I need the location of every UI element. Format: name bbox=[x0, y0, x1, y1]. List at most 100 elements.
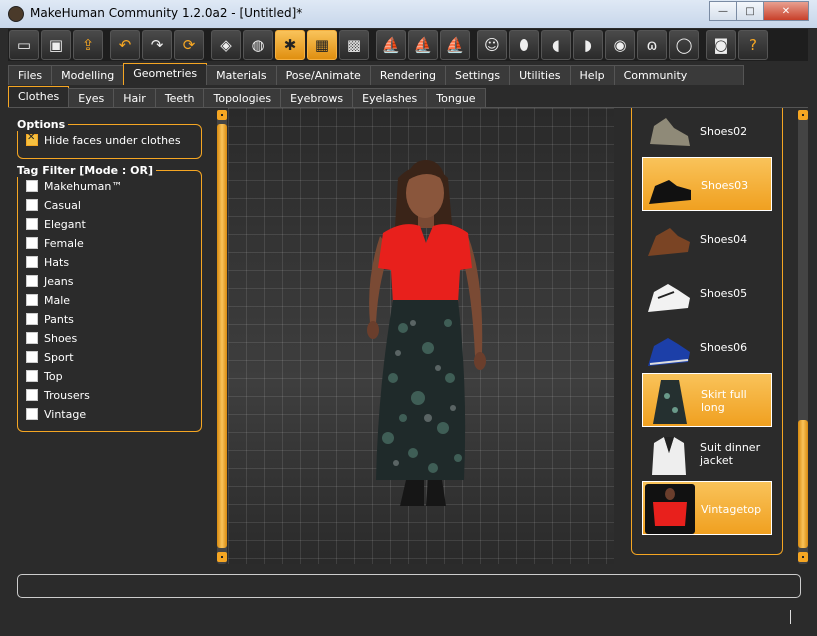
tab-eyebrows[interactable]: Eyebrows bbox=[280, 88, 354, 108]
tab-tongue[interactable]: Tongue bbox=[426, 88, 486, 108]
scroll-up-arrow[interactable] bbox=[798, 110, 808, 120]
window-title: MakeHuman Community 1.2.0a2 - [Untitled]… bbox=[30, 6, 303, 20]
tab-clothes[interactable]: Clothes bbox=[8, 86, 70, 108]
tab-teeth[interactable]: Teeth bbox=[154, 88, 205, 108]
grid-icon[interactable]: ▦ bbox=[307, 30, 337, 60]
scrollbar-thumb[interactable] bbox=[217, 124, 227, 548]
tab-settings[interactable]: Settings bbox=[445, 65, 511, 85]
list-item-shoes05[interactable]: Shoes05 bbox=[642, 266, 772, 320]
tag-elegant[interactable]: Elegant bbox=[26, 217, 86, 231]
list-item-shoes04[interactable]: Shoes04 bbox=[642, 212, 772, 266]
toolbar: ▭ ▣ ⇪ ↶ ↷ ⟳ ◈ ◍ ✱ ▦ ▩ ⛵ ⛵ ⛵ ☺ ⬮ ◖ ◗ ◉ ɷ … bbox=[8, 29, 808, 61]
list-item-label: Shoes02 bbox=[700, 124, 748, 138]
tab-files[interactable]: Files bbox=[8, 65, 53, 85]
list-item-label: Shoes03 bbox=[701, 178, 749, 192]
sub-tabs: Clothes Eyes Hair Teeth Topologies Eyebr… bbox=[8, 86, 486, 108]
shoe-icon bbox=[649, 180, 691, 204]
save-icon[interactable]: ▣ bbox=[41, 30, 71, 60]
tag-vintage[interactable]: Vintage bbox=[26, 407, 86, 421]
tag-sport[interactable]: Sport bbox=[26, 350, 74, 364]
title-bar: MakeHuman Community 1.2.0a2 - [Untitled]… bbox=[0, 0, 817, 28]
face-front-icon[interactable]: ☺ bbox=[477, 30, 507, 60]
checker-icon[interactable]: ▩ bbox=[339, 30, 369, 60]
shoe-icon bbox=[648, 338, 690, 366]
front-view-icon[interactable]: ⛵ bbox=[376, 30, 406, 60]
list-item-skirt-full-long[interactable]: Skirt full long bbox=[642, 373, 772, 427]
reset-camera-icon[interactable]: ◯ bbox=[669, 30, 699, 60]
tab-eyes[interactable]: Eyes bbox=[68, 88, 115, 108]
tab-pose-animate[interactable]: Pose/Animate bbox=[275, 65, 371, 85]
tag-shoes[interactable]: Shoes bbox=[26, 331, 77, 345]
list-item-shoes03[interactable]: Shoes03 bbox=[642, 157, 772, 211]
tab-topologies[interactable]: Topologies bbox=[203, 88, 282, 108]
tab-hair[interactable]: Hair bbox=[113, 88, 156, 108]
options-title: Options bbox=[14, 118, 69, 131]
jacket-icon bbox=[652, 437, 686, 475]
tag-male[interactable]: Male bbox=[26, 293, 70, 307]
bottom-view-icon[interactable]: ɷ bbox=[637, 30, 667, 60]
scrollbar-thumb[interactable] bbox=[798, 420, 808, 548]
list-item-shoes06[interactable]: Shoes06 bbox=[642, 320, 772, 374]
tab-eyelashes[interactable]: Eyelashes bbox=[352, 88, 428, 108]
top-view-icon[interactable]: ◉ bbox=[605, 30, 635, 60]
side-view-icon[interactable]: ⛵ bbox=[408, 30, 438, 60]
new-icon[interactable]: ▭ bbox=[9, 30, 39, 60]
text-cursor bbox=[790, 610, 791, 624]
list-item-label: Shoes04 bbox=[700, 232, 748, 246]
scroll-down-arrow[interactable] bbox=[217, 552, 227, 562]
scroll-down-arrow[interactable] bbox=[798, 552, 808, 562]
skirt-icon bbox=[653, 380, 687, 424]
wireframe-icon[interactable]: ◍ bbox=[243, 30, 273, 60]
list-item-vintagetop[interactable]: Vintagetop bbox=[642, 481, 772, 535]
tag-makehuman[interactable]: Makehuman™ bbox=[26, 179, 122, 193]
clothes-list: Shoes02 Shoes03 Shoes04 Shoes05 Shoes06 … bbox=[631, 108, 783, 555]
tab-community[interactable]: Community bbox=[613, 65, 744, 85]
main-tabs: Files Modelling Geometries Materials Pos… bbox=[8, 63, 744, 85]
checkbox-checked-icon bbox=[26, 132, 38, 146]
export-icon[interactable]: ⇪ bbox=[73, 30, 103, 60]
reset-icon[interactable]: ⟳ bbox=[174, 30, 204, 60]
smooth-icon[interactable]: ◈ bbox=[211, 30, 241, 60]
face-right-icon[interactable]: ◗ bbox=[573, 30, 603, 60]
tag-trousers[interactable]: Trousers bbox=[26, 388, 90, 402]
list-item-label: Suit dinner jacket bbox=[700, 441, 761, 467]
tab-materials[interactable]: Materials bbox=[206, 65, 277, 85]
shoe-icon bbox=[648, 284, 690, 312]
list-item-shoes02[interactable]: Shoes02 bbox=[642, 108, 772, 158]
back-view-icon[interactable]: ⛵ bbox=[440, 30, 470, 60]
undo-icon[interactable]: ↶ bbox=[110, 30, 140, 60]
tag-jeans[interactable]: Jeans bbox=[26, 274, 73, 288]
tab-rendering[interactable]: Rendering bbox=[369, 65, 446, 85]
human-model bbox=[367, 160, 486, 506]
list-item-label: Shoes06 bbox=[700, 340, 748, 354]
tag-female[interactable]: Female bbox=[26, 236, 84, 250]
face-left-icon[interactable]: ◖ bbox=[541, 30, 571, 60]
minimize-button[interactable]: — bbox=[709, 1, 737, 21]
pose-icon[interactable]: ✱ bbox=[275, 30, 305, 60]
window-controls: — □ ✕ bbox=[709, 1, 809, 21]
tab-modelling[interactable]: Modelling bbox=[51, 65, 125, 85]
tab-utilities[interactable]: Utilities bbox=[509, 65, 571, 85]
app-icon bbox=[8, 6, 24, 22]
tag-filter-title: Tag Filter [Mode : OR] bbox=[14, 164, 157, 177]
redo-icon[interactable]: ↷ bbox=[142, 30, 172, 60]
close-button[interactable]: ✕ bbox=[763, 1, 809, 21]
status-bar bbox=[17, 574, 801, 598]
list-item-label: Shoes05 bbox=[700, 286, 748, 300]
list-item-suit-dinner-jacket[interactable]: Suit dinner jacket bbox=[642, 427, 772, 481]
hide-faces-checkbox[interactable]: Hide faces under clothes bbox=[26, 132, 181, 147]
tag-top[interactable]: Top bbox=[26, 369, 63, 383]
maximize-button[interactable]: □ bbox=[736, 1, 764, 21]
3d-viewport[interactable] bbox=[228, 108, 614, 564]
screenshot-icon[interactable]: ◙ bbox=[706, 30, 736, 60]
tag-hats[interactable]: Hats bbox=[26, 255, 69, 269]
tag-casual[interactable]: Casual bbox=[26, 198, 81, 212]
scroll-up-arrow[interactable] bbox=[217, 110, 227, 120]
left-scrollbar[interactable] bbox=[217, 110, 227, 564]
tab-help[interactable]: Help bbox=[569, 65, 615, 85]
tag-pants[interactable]: Pants bbox=[26, 312, 74, 326]
tab-geometries[interactable]: Geometries bbox=[123, 63, 208, 85]
help-icon[interactable]: ? bbox=[738, 30, 768, 60]
face-back-icon[interactable]: ⬮ bbox=[509, 30, 539, 60]
right-scrollbar[interactable] bbox=[798, 110, 808, 564]
